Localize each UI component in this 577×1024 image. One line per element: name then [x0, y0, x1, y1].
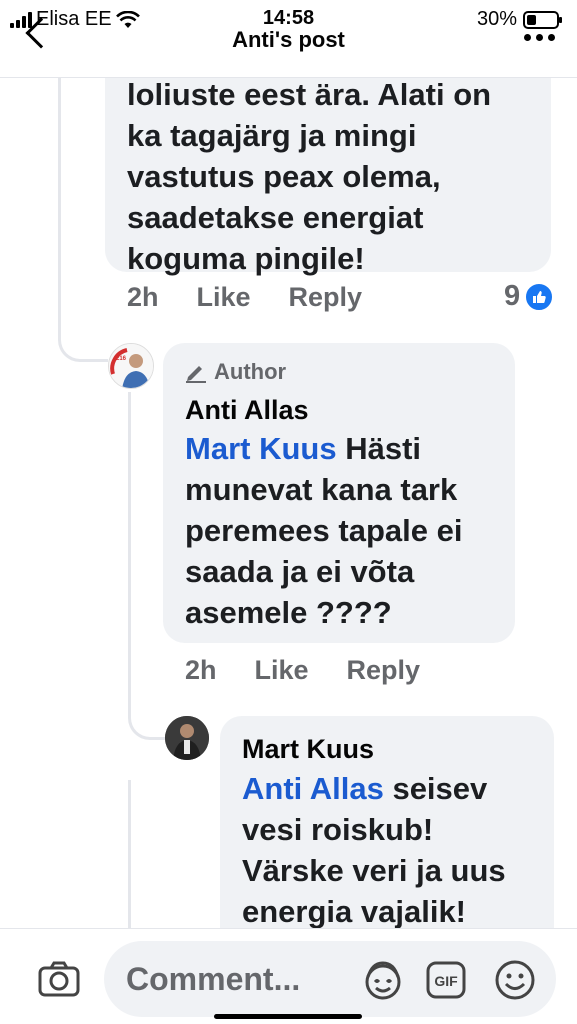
- thread-connector: [128, 690, 166, 740]
- avatar[interactable]: 216: [108, 343, 154, 389]
- mention-link[interactable]: Mart Kuus: [185, 431, 337, 466]
- comment-text-line: peremees tapale ei: [185, 513, 463, 548]
- page-title: Anti's post: [232, 27, 345, 52]
- more-dots-icon[interactable]: [524, 34, 555, 41]
- svg-text:216: 216: [116, 356, 127, 362]
- thread-line: [128, 780, 131, 930]
- comment-text-line: Värske veri ja uus: [242, 853, 506, 888]
- comment-text-line: asemele ????: [185, 595, 392, 630]
- thread-connector: [58, 300, 108, 362]
- comment-text-line: Anti Allas seisev: [242, 768, 506, 809]
- comment-text-line: koguma pingile!: [127, 241, 365, 276]
- comment-author[interactable]: Anti Allas: [185, 395, 309, 426]
- battery-icon: [523, 10, 562, 29]
- thread-line: [58, 78, 61, 330]
- svg-text:GIF: GIF: [434, 973, 458, 989]
- avatar[interactable]: [165, 716, 209, 760]
- comment-composer: GIF: [0, 928, 577, 1024]
- like-button[interactable]: Like: [255, 655, 309, 686]
- reply-button[interactable]: Reply: [289, 282, 363, 313]
- pencil-icon: [186, 366, 206, 383]
- reply-button[interactable]: Reply: [347, 655, 421, 686]
- comment-text-line: saadetakse energiat: [127, 200, 424, 235]
- mention-link[interactable]: Anti Allas: [242, 771, 384, 806]
- author-badge: Author: [185, 359, 286, 385]
- thumbs-up-icon: [524, 281, 555, 312]
- home-indicator: [214, 1014, 362, 1019]
- thread-line: [128, 392, 131, 692]
- comment-text-line: vastutus peax olema,: [127, 159, 441, 194]
- camera-icon[interactable]: [38, 961, 80, 997]
- comment-actions: 2h Like Reply: [127, 282, 400, 313]
- comment-text-line: saada ja ei võta: [185, 554, 415, 589]
- comment-text-line: munevat kana tark: [185, 472, 458, 507]
- emoji-icon[interactable]: [494, 959, 536, 1001]
- comment-actions: 2h Like Reply: [185, 655, 458, 686]
- comment-input[interactable]: [126, 959, 356, 999]
- gif-icon[interactable]: GIF: [426, 961, 466, 999]
- avatar-sticker-icon[interactable]: [362, 959, 404, 1001]
- comment-field[interactable]: GIF: [104, 941, 556, 1017]
- author-badge-label: Author: [214, 359, 287, 384]
- reaction-count: 9: [504, 280, 521, 312]
- comment-bubble: Mart Kuus Anti Allas seisev vesi roiskub…: [220, 716, 554, 956]
- comment-text-fragment: seisev: [392, 771, 488, 806]
- comment-bubble: Author Anti Allas Mart Kuus Hästi muneva…: [163, 343, 515, 643]
- reaction-summary[interactable]: 9: [504, 280, 555, 313]
- comment-text-line: vesi roiskub!: [242, 812, 434, 847]
- top-bar: Elisa EE 14:58 30% Anti's post: [0, 0, 577, 78]
- comment-author[interactable]: Mart Kuus: [242, 734, 374, 765]
- like-button[interactable]: Like: [197, 282, 251, 313]
- comment-text-line: ka tagajärg ja mingi: [127, 118, 417, 153]
- comment-text-line: energia vajalik!: [242, 894, 467, 929]
- comment-time: 2h: [185, 655, 217, 685]
- comment-time: 2h: [127, 282, 159, 312]
- comment-text-line: Mart Kuus Hästi: [185, 428, 462, 469]
- comment-text-line: loliuste eest ära. Alati on: [127, 77, 492, 112]
- comment-text-fragment: Hästi: [345, 431, 422, 466]
